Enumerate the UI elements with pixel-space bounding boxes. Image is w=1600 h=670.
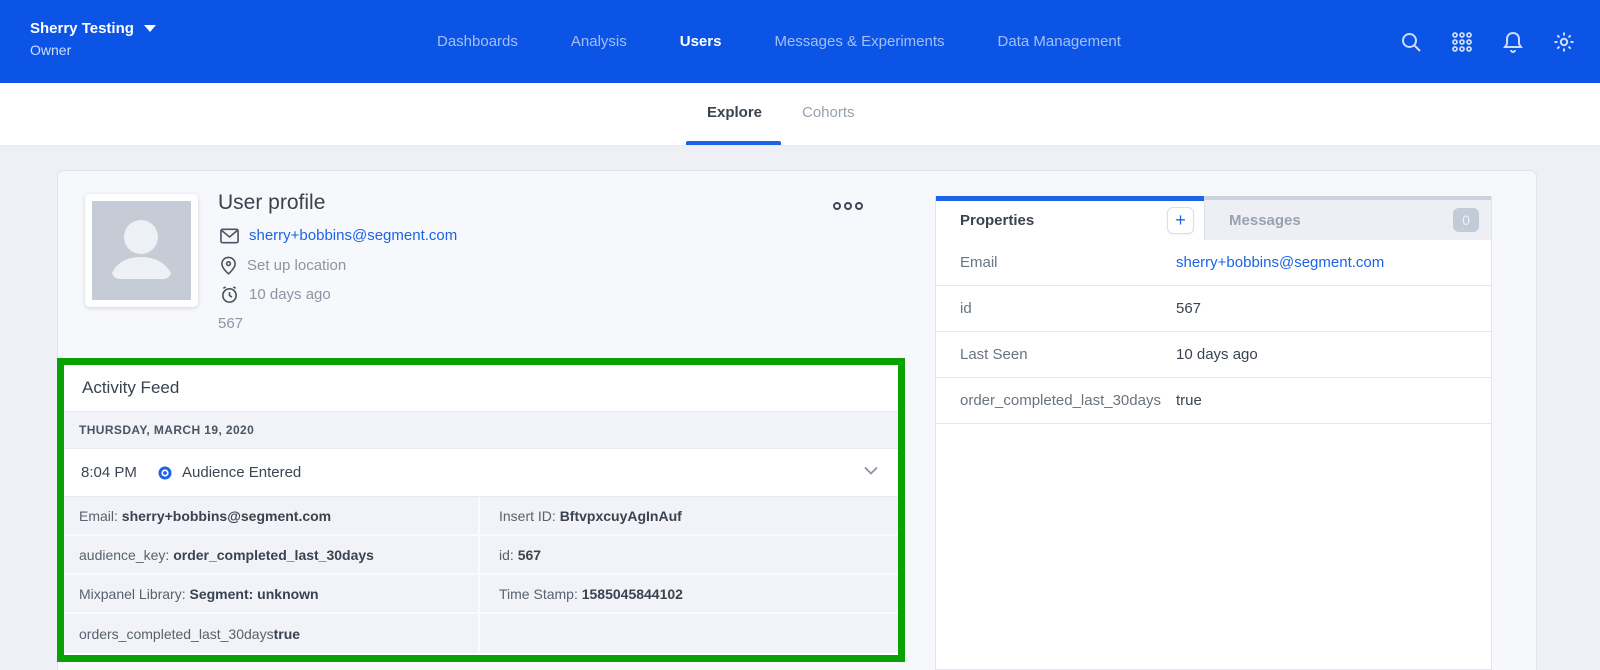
detail-cell — [480, 614, 898, 653]
property-key: Email — [960, 254, 1176, 271]
event-name: Audience Entered — [182, 464, 301, 481]
location-pin-icon — [220, 256, 237, 275]
main-nav: Dashboards Analysis Users Messages & Exp… — [437, 0, 1121, 83]
detail-label: Insert ID: — [499, 508, 560, 524]
tab-properties[interactable]: Properties + — [936, 196, 1204, 240]
avatar — [85, 194, 198, 307]
tab-cohorts[interactable]: Cohorts — [802, 104, 855, 121]
detail-value: Segment: unknown — [190, 586, 319, 602]
property-key: order_completed_last_30days — [960, 392, 1176, 409]
page-tab-strip: Explore Cohorts — [0, 83, 1600, 146]
activity-feed-title: Activity Feed — [64, 365, 898, 412]
profile-email[interactable]: sherry+bobbins@segment.com — [249, 227, 457, 244]
detail-value: order_completed_last_30days — [173, 547, 374, 563]
property-key: id — [960, 300, 1176, 317]
activity-feed-highlight-box: Activity Feed THURSDAY, MARCH 19, 2020 8… — [57, 358, 905, 662]
apps-grid-icon[interactable] — [1450, 30, 1474, 54]
nav-item-dashboards[interactable]: Dashboards — [437, 33, 518, 50]
property-row: Email sherry+bobbins@segment.com — [936, 240, 1491, 286]
detail-cell: Mixpanel Library: Segment: unknown — [64, 575, 480, 614]
property-value: 10 days ago — [1176, 346, 1258, 363]
property-value-email[interactable]: sherry+bobbins@segment.com — [1176, 254, 1384, 271]
detail-cell: Time Stamp: 1585045844102 — [480, 575, 898, 614]
profile-location-row: Set up location — [220, 256, 346, 275]
messages-count-badge: 0 — [1453, 208, 1479, 232]
top-navigation-bar: Sherry Testing Owner Dashboards Analysis… — [0, 0, 1600, 83]
chevron-down-icon[interactable] — [864, 466, 878, 475]
detail-label: orders_completed_last_30days — [79, 626, 274, 642]
activity-date-header: THURSDAY, MARCH 19, 2020 — [64, 412, 898, 449]
chevron-down-icon — [144, 25, 156, 32]
activity-event-row[interactable]: 8:04 PM Audience Entered — [64, 449, 898, 497]
property-key: Last Seen — [960, 346, 1176, 363]
envelope-icon — [220, 228, 239, 244]
profile-lastseen-row: 10 days ago — [220, 285, 331, 304]
detail-value: 567 — [518, 547, 541, 563]
detail-label: Email: — [79, 508, 122, 524]
detail-label: id: — [499, 547, 518, 563]
nav-item-users[interactable]: Users — [680, 33, 722, 50]
panel-tabs: Properties + Messages 0 — [936, 196, 1491, 240]
settings-gear-icon[interactable] — [1552, 30, 1576, 54]
topbar-icons — [1399, 0, 1576, 83]
detail-value: sherry+bobbins@segment.com — [122, 508, 331, 524]
event-time: 8:04 PM — [81, 464, 158, 481]
search-icon[interactable] — [1399, 30, 1423, 54]
profile-lastseen: 10 days ago — [249, 286, 331, 303]
detail-value: BftvpxcuyAgInAuf — [560, 508, 682, 524]
property-row: order_completed_last_30days true — [936, 378, 1491, 424]
property-row: Last Seen 10 days ago — [936, 332, 1491, 378]
detail-cell: Email: sherry+bobbins@segment.com — [64, 497, 480, 536]
notifications-bell-icon[interactable] — [1501, 30, 1525, 54]
property-value: true — [1176, 392, 1202, 409]
more-options-icon[interactable] — [833, 202, 863, 210]
detail-label: Mixpanel Library: — [79, 586, 190, 602]
detail-label: audience_key: — [79, 547, 173, 563]
tab-messages[interactable]: Messages 0 — [1204, 196, 1491, 240]
detail-label: Time Stamp: — [499, 586, 582, 602]
detail-cell: orders_completed_last_30daystrue — [64, 614, 480, 653]
detail-cell: audience_key: order_completed_last_30day… — [64, 536, 480, 575]
active-tab-indicator — [686, 141, 781, 145]
property-value: 567 — [1176, 300, 1201, 317]
profile-email-row: sherry+bobbins@segment.com — [220, 227, 457, 244]
profile-id: 567 — [218, 315, 243, 332]
property-row: id 567 — [936, 286, 1491, 332]
nav-item-data-management[interactable]: Data Management — [998, 33, 1121, 50]
tab-explore[interactable]: Explore — [707, 104, 762, 121]
properties-panel: Properties + Messages 0 Email sherry+bob… — [935, 196, 1492, 670]
add-property-button[interactable]: + — [1167, 207, 1194, 234]
profile-title: User profile — [218, 191, 325, 215]
nav-item-analysis[interactable]: Analysis — [571, 33, 627, 50]
user-role-label: Owner — [30, 42, 71, 58]
tab-properties-label: Properties — [960, 212, 1034, 229]
detail-cell: Insert ID: BftvpxcuyAgInAuf — [480, 497, 898, 536]
project-switcher[interactable]: Sherry Testing — [30, 20, 156, 37]
detail-value: true — [274, 626, 300, 642]
event-details-table: Email: sherry+bobbins@segment.com Insert… — [64, 497, 898, 653]
profile-location[interactable]: Set up location — [247, 257, 346, 274]
project-name: Sherry Testing — [30, 20, 134, 37]
tab-messages-label: Messages — [1229, 212, 1301, 229]
alarm-clock-icon — [220, 285, 239, 304]
nav-item-messages-experiments[interactable]: Messages & Experiments — [774, 33, 944, 50]
detail-value: 1585045844102 — [582, 586, 683, 602]
audience-entered-icon — [158, 466, 172, 480]
detail-cell: id: 567 — [480, 536, 898, 575]
